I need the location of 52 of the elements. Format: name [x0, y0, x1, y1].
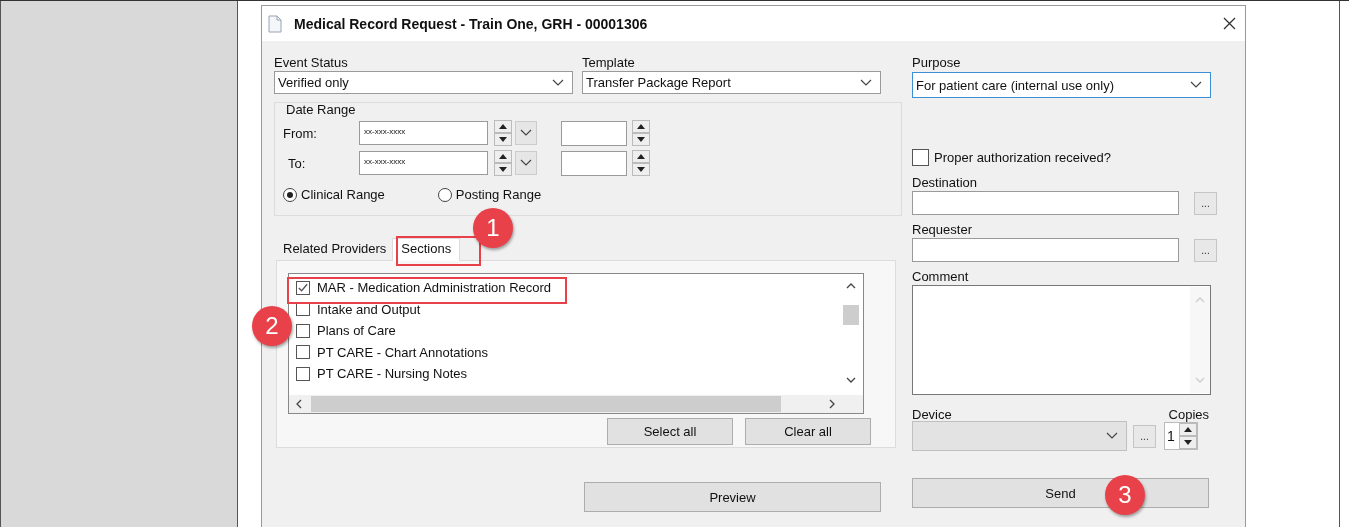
- tab[interactable]: Sections: [392, 238, 461, 261]
- checkbox[interactable]: [296, 280, 310, 295]
- date-field[interactable]: xx-xxx-xxxx: [359, 121, 488, 145]
- group-title: Date Range: [286, 102, 357, 118]
- purpose-dropdown[interactable]: For patient care (internal use only): [912, 72, 1211, 98]
- comment-field[interactable]: [912, 285, 1211, 395]
- requester-field[interactable]: [912, 238, 1179, 262]
- horizontal-scrollbar[interactable]: [289, 395, 863, 413]
- checkbox-label: Proper authorization received?: [934, 150, 1112, 165]
- step-badge: 2: [252, 306, 292, 346]
- tab[interactable]: Related Providers: [278, 237, 393, 260]
- spinner-icon[interactable]: [494, 120, 512, 146]
- browse-button[interactable]: ...: [1194, 238, 1217, 262]
- checkbox[interactable]: [296, 323, 310, 338]
- field-label: Template: [582, 55, 636, 71]
- field-label: From:: [283, 125, 318, 141]
- close-icon[interactable]: [1223, 17, 1236, 30]
- template-dropdown[interactable]: Transfer Package Report: [582, 71, 881, 94]
- field-label: Destination: [912, 175, 978, 191]
- field-label: Device: [912, 407, 952, 423]
- spinner-icon[interactable]: [1178, 423, 1197, 449]
- field-label: Event Status: [274, 55, 349, 71]
- destination-field[interactable]: [912, 191, 1179, 215]
- spinner-icon[interactable]: [494, 150, 512, 176]
- checkbox[interactable]: [912, 149, 929, 166]
- status-dropdown[interactable]: Verified only: [274, 71, 573, 94]
- browse-button[interactable]: ...: [1194, 191, 1217, 215]
- field-label: Requester: [912, 222, 972, 238]
- spinner-icon[interactable]: [632, 120, 650, 146]
- preview-button[interactable]: Preview: [584, 482, 881, 512]
- section-label: PT CARE - Nursing Notes: [317, 366, 468, 382]
- radio-option[interactable]: Posting Range: [437, 187, 542, 202]
- time-field[interactable]: [561, 120, 627, 146]
- section-label: MAR - Medication Administration Record: [317, 280, 552, 296]
- document-icon: [268, 14, 282, 33]
- section-label: Plans of Care: [317, 323, 396, 339]
- field-label: Purpose: [912, 55, 961, 71]
- checkbox[interactable]: [296, 345, 310, 360]
- list-action-button[interactable]: Clear all: [745, 418, 871, 445]
- radio-option[interactable]: Clinical Range: [283, 187, 385, 202]
- copies-field[interactable]: 1: [1164, 422, 1198, 450]
- field-label: Copies: [1168, 407, 1209, 423]
- time-field[interactable]: [561, 150, 627, 176]
- section-label: PT CARE - Chart Annotations: [317, 344, 488, 360]
- field-label: Comment: [912, 269, 969, 285]
- date-field[interactable]: xx-xxx-xxxx: [359, 151, 488, 175]
- field-label: To:: [287, 155, 307, 171]
- list-action-button[interactable]: Select all: [607, 418, 733, 445]
- window-title: Medical Record Request - Train One, GRH - 00001306: [294, 15, 648, 32]
- checkbox[interactable]: [296, 366, 310, 381]
- spinner-icon[interactable]: [632, 150, 650, 176]
- section-label: Intake and Output: [317, 301, 421, 317]
